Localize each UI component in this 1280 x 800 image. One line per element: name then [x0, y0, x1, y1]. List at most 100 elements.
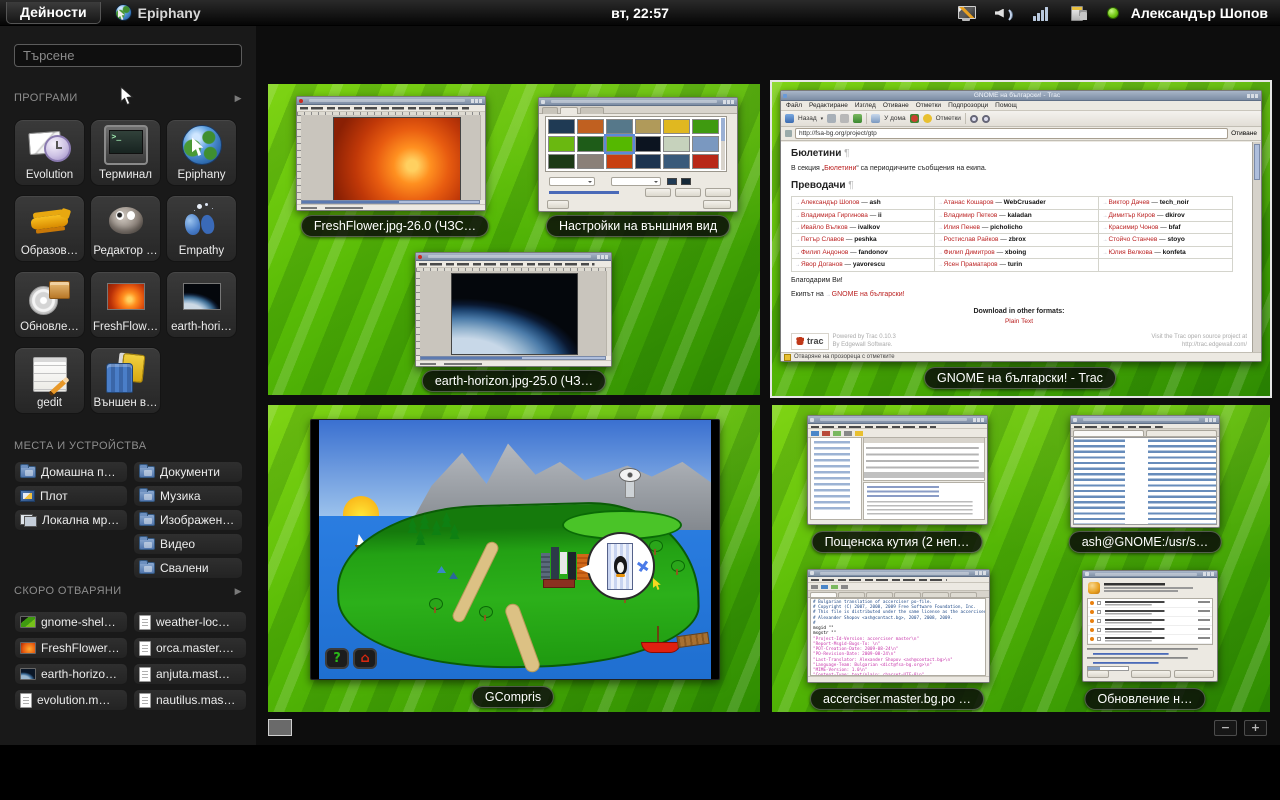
menu-item[interactable]: Файл [786, 102, 802, 109]
menu-item[interactable]: Помощ [995, 102, 1017, 109]
workspace-1[interactable]: FreshFlower.jpg-26.0 (ЧЗС… Настройки на … [268, 84, 760, 395]
app-tile-appearance-theme[interactable]: Външен в… [90, 347, 161, 414]
bulletins-link[interactable]: Бюлетини [824, 165, 856, 172]
menu-item[interactable]: Подпрозорци [948, 102, 988, 109]
translator-link[interactable]: Петър Славов [801, 236, 844, 243]
place-item[interactable]: Музика [133, 485, 243, 507]
place-item[interactable]: Свалени [133, 557, 243, 579]
translator-link[interactable]: Филип Андонов [801, 249, 848, 256]
user-menu[interactable]: Александър Шопов [1131, 5, 1268, 21]
wallpaper-thumb[interactable] [663, 154, 690, 169]
place-item[interactable]: Видео [133, 533, 243, 555]
window-gcompris[interactable]: ? ⌂ [310, 419, 720, 680]
translator-link[interactable]: Ивайло Вълков [801, 224, 848, 231]
display-icon[interactable] [957, 5, 975, 21]
wallpaper-thumb[interactable] [635, 136, 662, 151]
app-tile-image-earth-thumb[interactable]: earth-hori… [166, 271, 237, 338]
translator-link[interactable]: Владимир Петков [944, 212, 998, 219]
wallpaper-thumb[interactable] [606, 119, 633, 134]
wallpaper-thumb[interactable] [577, 154, 604, 169]
update-row[interactable] [1088, 635, 1212, 644]
place-item[interactable]: Домашна п… [14, 461, 128, 483]
app-tile-gedit[interactable]: gedit [14, 347, 85, 414]
app-tile-empathy[interactable]: Empathy [166, 195, 237, 262]
translator-link[interactable]: Юлия Велкова [1108, 249, 1152, 256]
zoom-out-icon[interactable] [982, 115, 990, 123]
app-tile-epiphany-browser[interactable]: Epiphany [166, 119, 237, 186]
editor-tab[interactable] [866, 592, 893, 597]
window-evolution-mail[interactable] [807, 415, 988, 525]
translator-link[interactable]: Филип Димитров [944, 249, 995, 256]
translator-link[interactable]: Явор Доганов [801, 261, 843, 268]
recent-item[interactable]: earth-horizo… [14, 663, 128, 685]
wallpaper-thumb[interactable] [548, 154, 575, 169]
wallpaper-thumb[interactable] [692, 154, 719, 169]
stop-icon[interactable] [840, 114, 849, 123]
app-menu[interactable]: Epiphany [115, 4, 201, 21]
editor-tab[interactable] [810, 592, 837, 597]
recent-item[interactable]: weather-loc… [133, 611, 247, 633]
update-row[interactable] [1088, 608, 1212, 617]
wallpaper-thumb[interactable] [692, 119, 719, 134]
recent-item[interactable]: evolution.m… [14, 689, 128, 711]
wallpaper-thumb[interactable] [548, 119, 575, 134]
workspace-3[interactable]: ? ⌂ GCompris [268, 405, 760, 712]
translator-link[interactable]: Виктор Дачев [1108, 199, 1149, 206]
reload-icon[interactable] [853, 114, 862, 123]
update-row[interactable] [1088, 599, 1212, 608]
wallpaper-thumb[interactable] [577, 119, 604, 134]
window-earth-gimp[interactable] [415, 252, 612, 367]
place-item[interactable]: Документи [133, 461, 243, 483]
translator-link[interactable]: Илия Пенев [944, 224, 980, 231]
place-item[interactable]: Локална мр… [14, 509, 128, 531]
app-tile-gimp[interactable]: Редактор … [90, 195, 161, 262]
wallpaper-thumb[interactable] [548, 136, 575, 151]
wallpaper-thumb[interactable] [606, 154, 633, 169]
translator-link[interactable]: Димитър Киров [1108, 212, 1155, 219]
activity-bubble[interactable] [587, 532, 655, 600]
user-status-icon[interactable] [1107, 7, 1119, 19]
clock[interactable]: вт, 22:57 [611, 5, 669, 21]
update-row[interactable] [1088, 626, 1212, 635]
recent-item[interactable]: gnome-shel… [14, 611, 128, 633]
wallpaper-thumb[interactable] [663, 136, 690, 151]
menu-item[interactable]: Отметки [916, 102, 941, 109]
page-scrollbar[interactable] [1252, 142, 1261, 352]
update-row[interactable] [1088, 617, 1212, 626]
globe-icon[interactable] [910, 114, 919, 123]
window-freshflower-gimp[interactable] [296, 96, 486, 211]
editor-tab[interactable] [838, 592, 865, 597]
plain-text-link[interactable]: Plain Text [1005, 318, 1033, 325]
wallpaper-thumb[interactable] [606, 136, 633, 151]
place-item[interactable]: Плот [14, 485, 128, 507]
recent-item[interactable]: nautilus.mas… [133, 689, 247, 711]
translator-link[interactable]: Стойчо Станчев [1108, 236, 1157, 243]
expand-arrow-icon[interactable]: ▶ [235, 93, 242, 104]
place-item[interactable]: Изображен… [133, 509, 243, 531]
url-field[interactable]: http://fsa-bg.org/project/gtp [795, 128, 1228, 139]
zoom-in-icon[interactable] [970, 115, 978, 123]
translator-link[interactable]: Владимира Гиргинова [801, 212, 868, 219]
menu-item[interactable]: Изглед [855, 102, 876, 109]
window-epiphany-trac[interactable]: GNOME на български! - Trac ФайлРедактира… [780, 90, 1262, 362]
wallpaper-thumb[interactable] [663, 119, 690, 134]
forward-icon[interactable] [827, 114, 836, 123]
app-tile-gcompris-plane[interactable]: Образов… [14, 195, 85, 262]
wallpaper-thumb[interactable] [692, 136, 719, 151]
translator-link[interactable]: Ростислав Райков [944, 236, 999, 243]
app-tile-image-flower-thumb[interactable]: FreshFlow… [90, 271, 161, 338]
recent-item[interactable]: FreshFlower… [14, 637, 128, 659]
editor-tab[interactable] [922, 592, 949, 597]
recent-item[interactable]: anjuta.mast… [133, 663, 247, 685]
translator-link[interactable]: Ясен Праматаров [944, 261, 998, 268]
translator-link[interactable]: Александър Шопов [801, 199, 859, 206]
window-update-manager[interactable] [1082, 570, 1218, 682]
translator-link[interactable]: Атанас Кошаров [944, 199, 994, 206]
window-gedit-po[interactable]: # Bulgarian translation of accerciser po… [807, 569, 990, 683]
workspace-4[interactable]: # Bulgarian translation of accerciser po… [772, 405, 1270, 712]
team-link[interactable]: GNOME на български! [832, 291, 905, 298]
home-button[interactable]: ⌂ [353, 648, 377, 669]
add-workspace-button[interactable]: + [1244, 720, 1267, 736]
back-icon[interactable] [785, 114, 794, 123]
network-signal-icon[interactable] [1033, 5, 1049, 21]
